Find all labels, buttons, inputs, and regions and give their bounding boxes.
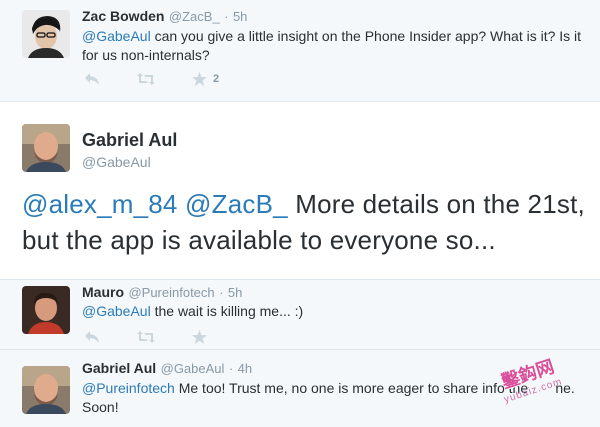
separator: · <box>224 9 229 24</box>
favorite-icon <box>192 330 207 344</box>
author-name[interactable]: Zac Bowden <box>82 8 164 24</box>
retweet-icon <box>137 73 155 85</box>
tweet-main-gabriel-aul[interactable]: Gabriel Aul @GabeAul @alex_m_84 @ZacB_ M… <box>0 102 600 280</box>
avatar[interactable] <box>22 10 70 58</box>
mention-link[interactable]: @Pureinfotech <box>82 380 175 396</box>
favorite-button[interactable] <box>192 330 207 344</box>
timestamp[interactable]: 4h <box>238 361 252 376</box>
author-handle[interactable]: @Pureinfotech <box>128 285 214 300</box>
mention-link[interactable]: @GabeAul <box>82 28 151 44</box>
tweet-text: @GabeAul the wait is killing me... :) <box>82 302 303 321</box>
favorite-count: 2 <box>213 73 220 85</box>
retweet-icon <box>137 331 155 343</box>
mention-link[interactable]: @alex_m_84 <box>22 189 178 219</box>
retweet-button[interactable] <box>136 72 156 86</box>
timestamp[interactable]: 5h <box>228 285 242 300</box>
author-name[interactable]: Gabriel Aul <box>82 130 177 151</box>
avatar[interactable] <box>22 124 70 172</box>
mention-link[interactable]: @GabeAul <box>82 303 151 319</box>
avatar[interactable] <box>22 366 70 414</box>
avatar[interactable] <box>22 286 70 334</box>
tweet-body: Me too! Trust me, no one is more eager t… <box>174 380 529 396</box>
tweet-body: the wait is killing me... :) <box>150 303 304 319</box>
favorite-button[interactable]: 2 <box>192 72 219 86</box>
tweet-text: @GabeAul can you give a little insight o… <box>82 27 582 65</box>
separator: · <box>219 285 224 300</box>
tweet-body: can you give a little insight on the Pho… <box>82 28 582 63</box>
reply-button[interactable] <box>84 330 100 344</box>
author-name[interactable]: Mauro <box>82 284 124 300</box>
reply-icon <box>85 73 99 85</box>
author-handle[interactable]: @ZacB_ <box>169 9 220 24</box>
mention-link[interactable]: @ZacB_ <box>185 189 288 219</box>
tweet-mauro[interactable]: Mauro @Pureinfotech · 5h @GabeAul the wa… <box>0 280 600 350</box>
author-name[interactable]: Gabriel Aul <box>82 360 156 376</box>
author-handle[interactable]: @GabeAul <box>161 361 225 376</box>
retweet-button[interactable] <box>136 330 156 344</box>
tweet-text: @alex_m_84 @ZacB_ More details on the 21… <box>22 186 592 258</box>
timestamp[interactable]: 5h <box>233 9 247 24</box>
author-handle[interactable]: @GabeAul <box>82 154 151 170</box>
tweet-text-line2: Soon! <box>82 399 119 415</box>
tweet-zac-bowden[interactable]: Zac Bowden @ZacB_ · 5h @GabeAul can you … <box>0 0 600 102</box>
reply-icon <box>85 331 99 343</box>
favorite-icon <box>192 72 207 86</box>
separator: · <box>228 361 234 376</box>
reply-button[interactable] <box>84 72 100 86</box>
